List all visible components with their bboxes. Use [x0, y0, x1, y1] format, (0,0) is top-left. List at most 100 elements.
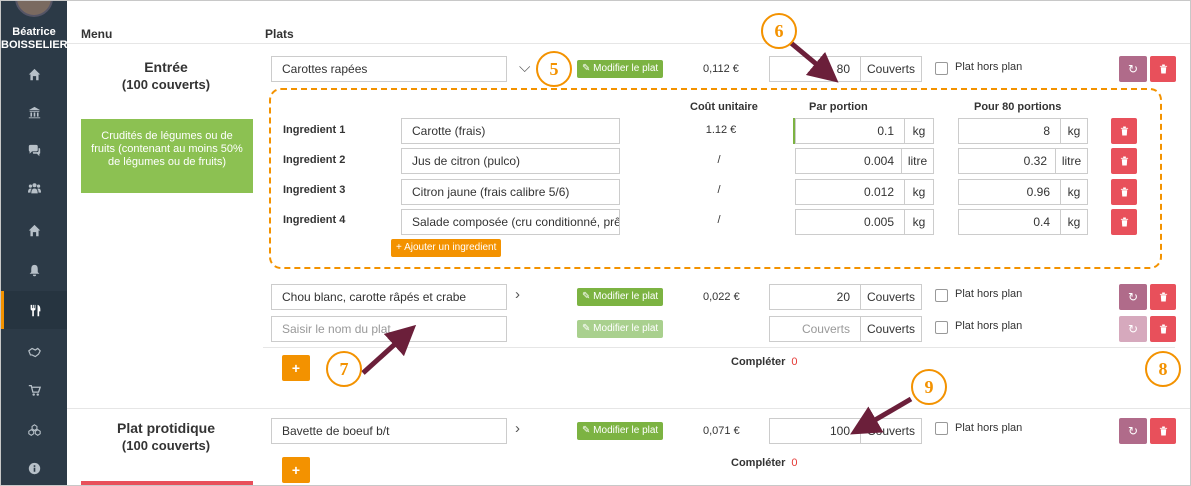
delete-dish-button[interactable]	[1150, 316, 1176, 342]
hors-plan-label: Plat hors plan	[955, 320, 1023, 332]
callout-6: 6	[761, 13, 797, 49]
completer-status: Compléter 0	[731, 457, 798, 469]
completer-status: Compléter 0	[731, 356, 798, 368]
delete-dish-button[interactable]	[1150, 284, 1176, 310]
ingredient-name-input[interactable]: Carotte (frais)	[401, 118, 620, 144]
completer-label: Compléter	[731, 356, 786, 368]
sidebar-item-notifications[interactable]	[1, 251, 67, 289]
add-dish-button[interactable]: +	[282, 457, 310, 483]
ingredient-label: Ingredient 4	[283, 214, 346, 226]
ingredient-cost: /	[717, 214, 721, 226]
ingredient-name-input[interactable]: Salade composée (cru conditionné, prêt à	[401, 209, 620, 235]
modify-dish-button[interactable]: ✎ Modifier le plat	[577, 288, 664, 306]
portion-input[interactable]: 0.1	[795, 118, 905, 144]
modify-dish-button[interactable]: ✎ Modifier le plat	[577, 422, 664, 440]
section-title-entree: Entrée (100 couverts)	[81, 58, 251, 94]
trash-icon	[1120, 156, 1128, 166]
delete-dish-button[interactable]	[1150, 418, 1176, 444]
app-window: Béatrice BOISSELIER Menu Plats Entrée (1…	[0, 0, 1191, 486]
cart-icon	[28, 384, 41, 396]
dish-name-input[interactable]: Chou blanc, carotte râpés et crabe	[271, 284, 507, 310]
couverts-input[interactable]: Couverts	[769, 316, 861, 342]
chevron-right-icon[interactable]: ›	[515, 420, 520, 437]
ingredient-cost: /	[717, 184, 721, 196]
couverts-input[interactable]: 100	[769, 418, 861, 444]
portion-input[interactable]: 0.004	[795, 148, 905, 174]
total-input[interactable]: 8	[958, 118, 1061, 144]
home-alt-icon	[28, 224, 40, 236]
delete-dish-button[interactable]	[1150, 56, 1176, 82]
modify-label: Modifier le plat	[593, 291, 659, 302]
trash-icon	[1159, 324, 1167, 334]
total-input[interactable]: 0.96	[958, 179, 1061, 205]
completer-count: 0	[791, 457, 798, 469]
sidebar-item-messages[interactable]	[1, 131, 67, 169]
col-cost-header: Coût unitaire	[690, 101, 758, 113]
hors-plan-checkbox[interactable]	[935, 289, 948, 302]
sidebar-item-home[interactable]	[1, 55, 67, 93]
section-description: Crudités de légumes ou de fruits (conten…	[81, 119, 253, 193]
delete-ingredient-button[interactable]	[1111, 209, 1137, 235]
ingredient-label: Ingredient 1	[283, 124, 346, 136]
modify-dish-button[interactable]: ✎ Modifier le plat	[577, 60, 664, 78]
refresh-button[interactable]: ↻	[1119, 56, 1147, 82]
sidebar-item-menus[interactable]	[1, 291, 67, 329]
trash-icon	[1159, 292, 1167, 302]
couverts-input[interactable]: 80	[769, 56, 861, 82]
new-dish-name-input[interactable]: Saisir le nom du plat	[271, 316, 507, 342]
hors-plan-checkbox[interactable]	[935, 321, 948, 334]
portion-input[interactable]: 0.005	[795, 209, 905, 235]
chevron-right-icon[interactable]: ›	[515, 286, 520, 303]
ingredient-name-input[interactable]: Citron jaune (frais calibre 5/6)	[401, 179, 620, 205]
avatar[interactable]	[15, 1, 53, 17]
dish-name-input[interactable]: Carottes rapées	[271, 56, 507, 82]
chevron-down-icon[interactable]: ⌵	[519, 59, 530, 76]
total-unit: litre	[1055, 148, 1088, 174]
portion-unit: kg	[904, 209, 934, 235]
section-couverts: (100 couverts)	[121, 77, 211, 92]
trash-icon	[1159, 64, 1167, 74]
sidebar-item-users[interactable]	[1, 169, 67, 207]
completer-count: 0	[791, 356, 798, 368]
modify-label: Modifier le plat	[593, 63, 659, 74]
delete-ingredient-button[interactable]	[1111, 118, 1137, 144]
user-last-name: BOISSELIER	[1, 39, 68, 51]
hors-plan-checkbox[interactable]	[935, 422, 948, 435]
portion-unit: kg	[904, 118, 934, 144]
total-unit: kg	[1060, 179, 1088, 205]
dish-name-input[interactable]: Bavette de boeuf b/t	[271, 418, 507, 444]
couverts-input[interactable]: 20	[769, 284, 861, 310]
sidebar-item-partners[interactable]	[1, 333, 67, 371]
user-name: Béatrice BOISSELIER	[1, 26, 68, 52]
section-couverts: (100 couverts)	[121, 438, 211, 453]
cutlery-icon	[30, 304, 41, 316]
total-input[interactable]: 0.32	[958, 148, 1058, 174]
sidebar-item-cart[interactable]	[1, 371, 67, 409]
couverts-addon: Couverts	[860, 56, 922, 82]
sidebar-item-info[interactable]	[1, 449, 67, 485]
portion-input[interactable]: 0.012	[795, 179, 905, 205]
total-input[interactable]: 0.4	[958, 209, 1061, 235]
section-description	[81, 481, 253, 485]
refresh-button: ↻	[1119, 316, 1147, 342]
callout-7: 7	[326, 351, 362, 387]
refresh-button[interactable]: ↻	[1119, 418, 1147, 444]
sidebar-item-modules[interactable]	[1, 411, 67, 449]
delete-ingredient-button[interactable]	[1111, 148, 1137, 174]
ingredient-name-input[interactable]: Jus de citron (pulco)	[401, 148, 620, 174]
sidebar-item-home-alt[interactable]	[1, 211, 67, 249]
trash-icon	[1120, 126, 1128, 136]
hors-plan-label: Plat hors plan	[955, 288, 1023, 300]
portion-unit: litre	[901, 148, 934, 174]
hors-plan-checkbox[interactable]	[935, 62, 948, 75]
refresh-button[interactable]: ↻	[1119, 284, 1147, 310]
delete-ingredient-button[interactable]	[1111, 179, 1137, 205]
total-unit: kg	[1060, 209, 1088, 235]
add-ingredient-button[interactable]: + Ajouter un ingredient	[391, 239, 502, 257]
cubes-icon	[27, 423, 41, 436]
add-dish-button[interactable]: +	[282, 355, 310, 381]
couverts-addon: Couverts	[860, 418, 922, 444]
sidebar-item-bank[interactable]	[1, 93, 67, 131]
ingredient-cost: 1.12 €	[705, 124, 737, 136]
section-divider	[67, 408, 1190, 409]
